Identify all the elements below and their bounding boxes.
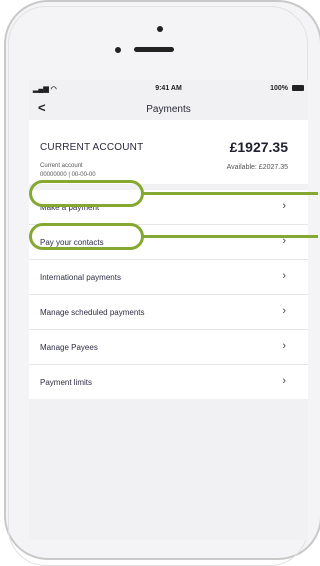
highlight-make-payment: [29, 180, 144, 207]
available-balance: Available: £2027.35: [226, 164, 288, 171]
payments-menu: Make a payment › Pay your contacts › Int…: [29, 190, 308, 399]
menu-item-international-payments[interactable]: International payments ›: [29, 260, 308, 295]
battery-percent: 100%: [270, 85, 288, 92]
menu-item-manage-payees[interactable]: Manage Payees ›: [29, 330, 308, 365]
camera-icon: [157, 26, 163, 32]
highlight-pay-contacts: [29, 223, 144, 250]
status-time: 9:41 AM: [155, 85, 182, 92]
account-number: 00000000 | 00-00-00: [40, 172, 96, 178]
menu-item-label: Manage Payees: [40, 343, 98, 352]
page-title: Payments: [146, 104, 191, 115]
menu-item-label: Manage scheduled payments: [40, 308, 145, 317]
menu-item-label: International payments: [40, 273, 121, 282]
chevron-right-icon: ›: [282, 270, 286, 282]
account-type: Current account: [40, 163, 83, 169]
chevron-right-icon: ›: [282, 340, 286, 352]
speaker-grille: [134, 47, 174, 52]
highlight-pointer-line: [143, 192, 318, 195]
nav-bar: < Payments: [29, 96, 308, 118]
menu-item-label: Payment limits: [40, 378, 93, 387]
menu-item-scheduled-payments[interactable]: Manage scheduled payments ›: [29, 295, 308, 330]
highlight-pointer-line: [143, 235, 318, 238]
status-bar: ▂▄▆ ◠ 9:41 AM 100%: [29, 80, 308, 96]
chevron-right-icon: ›: [282, 200, 286, 212]
sensor-icon: [115, 47, 121, 53]
phone-screen: ▂▄▆ ◠ 9:41 AM 100% < Payments CURRENT AC…: [29, 80, 308, 540]
account-summary[interactable]: CURRENT ACCOUNT £1927.35 Current account…: [29, 120, 308, 184]
battery-icon: [292, 85, 304, 91]
account-name: CURRENT ACCOUNT: [40, 142, 144, 153]
chevron-right-icon: ›: [282, 375, 286, 387]
chevron-right-icon: ›: [282, 305, 286, 317]
account-balance: £1927.35: [229, 139, 288, 155]
menu-item-payment-limits[interactable]: Payment limits ›: [29, 365, 308, 399]
